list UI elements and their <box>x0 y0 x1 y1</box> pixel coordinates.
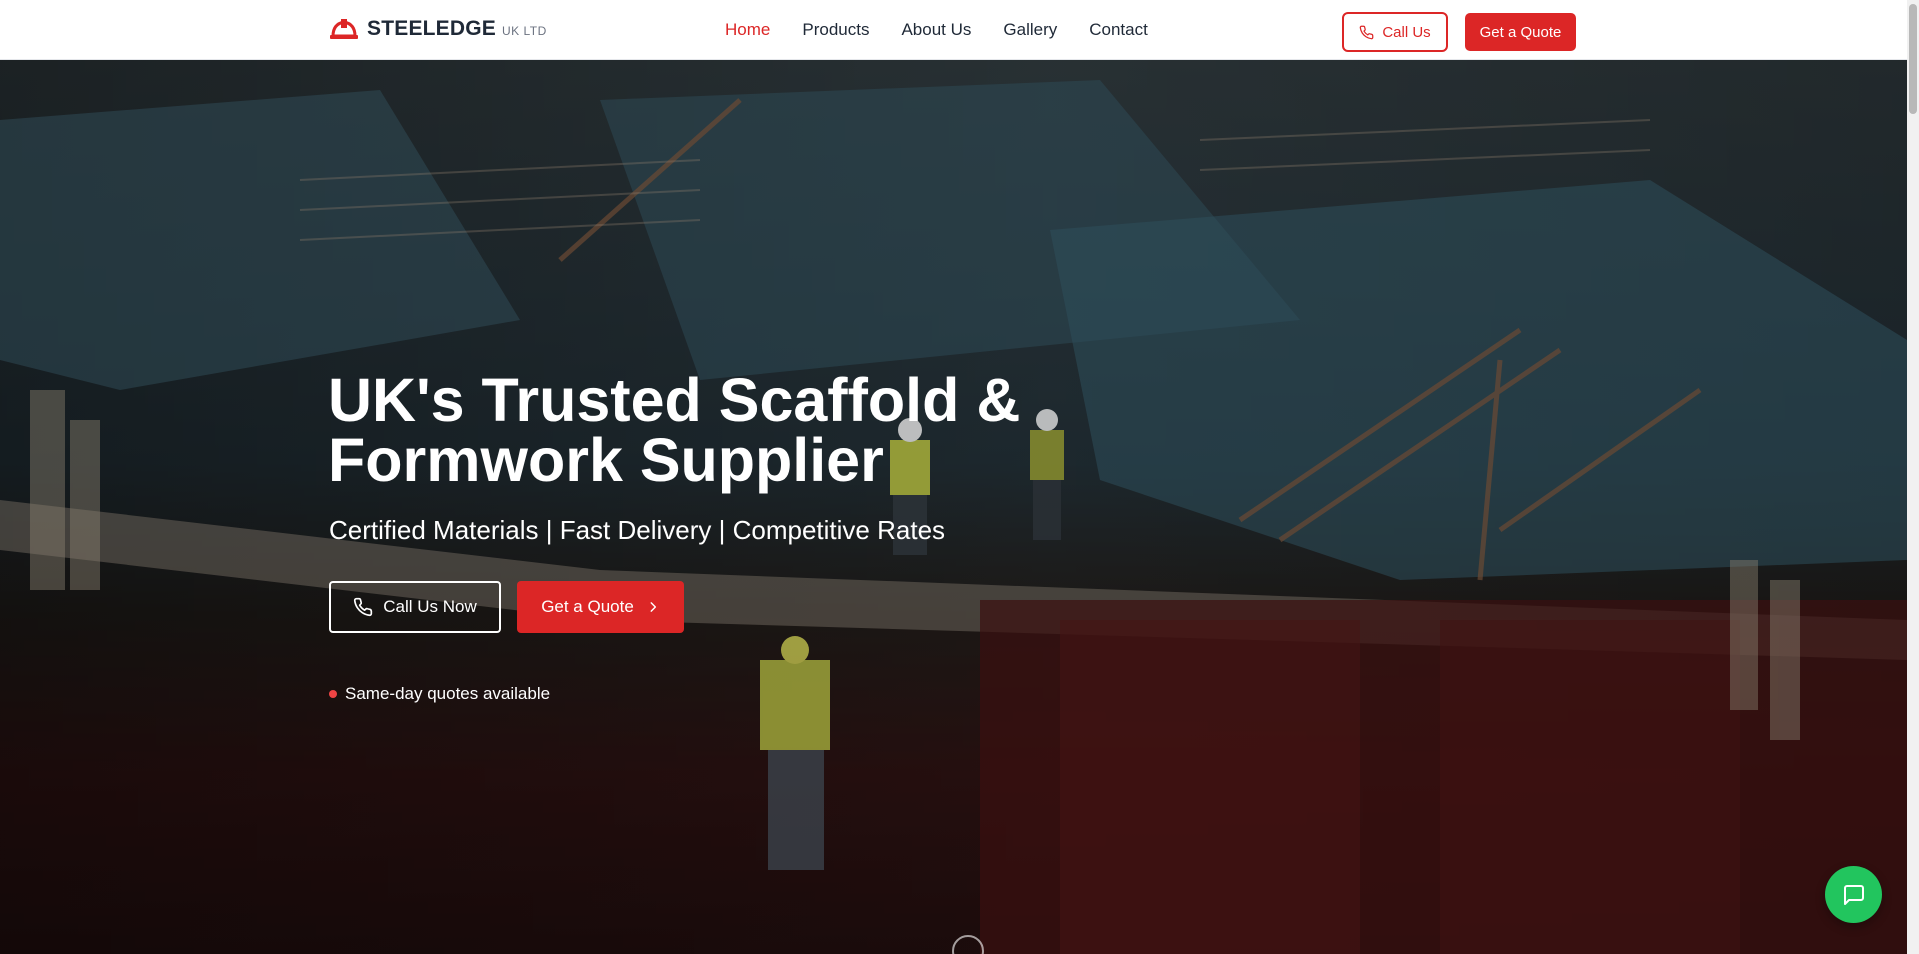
hero-background-image <box>0 80 1907 954</box>
site-header: STEELEDGE UK LTD Home Products About Us … <box>0 0 1907 60</box>
hero-quote-button[interactable]: Get a Quote <box>517 581 684 633</box>
nav-about-us[interactable]: About Us <box>901 20 971 40</box>
nav-gallery[interactable]: Gallery <box>1003 20 1057 40</box>
chat-bubble-icon <box>1843 884 1864 905</box>
hero-quote-label: Get a Quote <box>541 597 634 616</box>
hero-title-line2: Formwork Supplier <box>328 426 884 494</box>
same-day-text: Same-day quotes available <box>345 684 551 703</box>
nav-contact[interactable]: Contact <box>1089 20 1148 40</box>
scrollbar-thumb[interactable] <box>1909 4 1917 114</box>
header-quote-label: Get a Quote <box>1479 23 1562 41</box>
header-quote-button[interactable]: Get a Quote <box>1465 13 1576 51</box>
brand-suffix: UK LTD <box>502 24 547 38</box>
header-call-button[interactable]: Call Us <box>1342 12 1448 52</box>
hard-hat-icon <box>330 19 358 39</box>
chat-button[interactable] <box>1825 866 1882 923</box>
hero-title: UK's Trusted Scaffold & Formwork Supplie… <box>328 370 1088 491</box>
chevron-right-icon <box>650 602 656 612</box>
hero-subtitle: Certified Materials | Fast Delivery | Co… <box>329 515 946 545</box>
phone-icon <box>1360 25 1374 39</box>
brand-logo[interactable]: STEELEDGE UK LTD <box>329 16 547 42</box>
nav-home[interactable]: Home <box>725 20 770 40</box>
hero-section: UK's Trusted Scaffold & Formwork Supplie… <box>0 60 1907 954</box>
same-day-badge: Same-day quotes available <box>329 684 550 704</box>
nav-products[interactable]: Products <box>802 20 869 40</box>
main-nav: Home Products About Us Gallery Contact <box>725 0 1148 60</box>
phone-icon <box>354 597 373 617</box>
header-call-label: Call Us <box>1382 23 1431 41</box>
status-dot <box>329 690 337 698</box>
call-us-now-label: Call Us Now <box>383 597 477 616</box>
hero-title-line1: UK's Trusted Scaffold & <box>328 366 1021 434</box>
call-us-now-button[interactable]: Call Us Now <box>329 581 501 633</box>
page-scrollbar[interactable] <box>1907 0 1919 954</box>
brand-name: STEELEDGE <box>367 17 496 40</box>
